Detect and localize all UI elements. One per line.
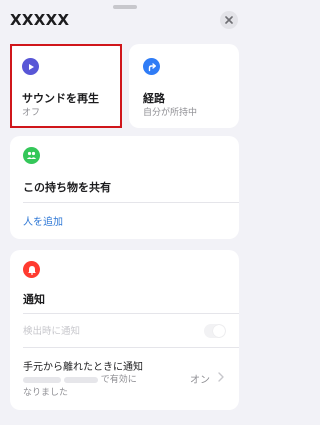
detail-mid-text: で有効に (100, 375, 137, 385)
share-card: この持ち物を共有 人を追加 (10, 136, 239, 239)
notify-when-left-detail: で有効に (23, 372, 137, 385)
share-title: この持ち物を共有 (23, 181, 111, 194)
notify-when-left-value: オン (190, 375, 210, 386)
play-sound-title: サウンドを再生 (22, 92, 99, 105)
notify-when-found-toggle[interactable] (204, 324, 226, 338)
play-sound-card[interactable]: サウンドを再生 オフ (10, 44, 122, 128)
share-divider (23, 202, 239, 203)
chevron-right-icon (218, 372, 224, 382)
add-person-link[interactable]: 人を追加 (23, 213, 63, 228)
notify-when-left-title: 手元から離れたときに通知 (23, 362, 143, 373)
item-title: XXXXX (10, 11, 70, 29)
play-icon (22, 58, 39, 75)
sheet-grabber[interactable] (113, 5, 137, 9)
directions-card[interactable]: 経路 自分が所持中 (129, 44, 239, 128)
notifications-divider-bottom (23, 347, 239, 348)
redacted-text (63, 376, 98, 383)
notifications-divider-top (23, 313, 239, 314)
toggle-knob (213, 325, 225, 337)
notifications-card: 通知 検出時に通知 手元から離れたときに通知 で有効に なりました オン (10, 250, 239, 410)
close-button[interactable] (220, 11, 238, 29)
directions-title: 経路 (143, 92, 165, 105)
play-sound-status: オフ (22, 108, 41, 118)
directions-status: 自分が所持中 (143, 108, 198, 118)
notifications-title: 通知 (23, 293, 45, 306)
redacted-text (23, 376, 61, 383)
people-icon (23, 147, 40, 164)
bell-icon (23, 261, 40, 278)
close-icon (225, 16, 233, 24)
notify-when-left-detail-end: なりました (23, 388, 69, 398)
directions-icon (143, 58, 160, 75)
notify-when-found-label: 検出時に通知 (23, 326, 81, 337)
